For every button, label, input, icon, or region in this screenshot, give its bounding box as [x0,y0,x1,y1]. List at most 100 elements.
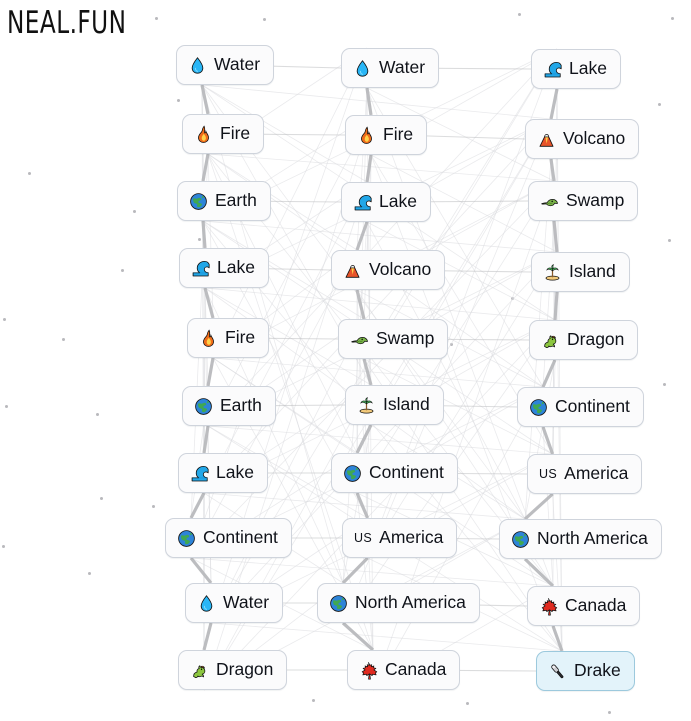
microphone-icon [548,662,567,681]
element-chip-lake[interactable]: Lake [531,49,621,89]
element-chip-label: Dragon [567,329,625,350]
background-dot [466,702,469,705]
element-chip-label: Continent [555,396,630,417]
background-dot [155,17,158,20]
background-dot [3,318,6,321]
element-chip-drake[interactable]: Drake [536,651,635,691]
element-chip-dragon[interactable]: Dragon [178,650,288,690]
element-chip-label: Lake [216,462,254,483]
element-chip-label: Island [569,261,616,282]
background-dot [133,210,136,213]
background-dot [671,17,674,20]
island-palm-icon [357,396,376,415]
background-dot [658,103,661,106]
fire-icon [194,124,213,144]
element-chip-label: Volcano [563,128,626,149]
element-chip-label: Fire [225,327,256,348]
background-dot [5,405,8,408]
us-text-icon: US [354,530,373,545]
element-chip-north-america[interactable]: North America [499,519,662,559]
element-chip-label: Drake [574,660,621,681]
element-chip-water[interactable]: Water [341,48,440,88]
element-chip-volcano[interactable]: Volcano [525,119,640,159]
background-dot [518,13,521,16]
element-chip-lake[interactable]: Lake [178,453,268,493]
background-dot [177,99,180,102]
background-dot [511,297,514,300]
lake-wave-icon [353,193,372,212]
water-droplet-icon [353,59,372,78]
water-droplet-icon [188,56,207,75]
element-chip-label: Water [223,592,270,613]
background-dot [198,238,201,241]
fire-icon [357,125,376,145]
element-chip-canada[interactable]: Canada [527,586,641,626]
background-dot [152,505,155,508]
element-chip-label: America [564,463,629,484]
infinite-craft-canvas[interactable]: NEAL.FUN Water Fire Earth Lake Fire Earth Lake… [0,0,691,721]
element-chip-label: Canada [385,659,447,680]
element-chip-earth[interactable]: Earth [177,181,271,221]
earth-globe-icon [194,397,213,416]
element-chip-dragon[interactable]: Dragon [529,320,639,360]
element-chip-label: Lake [217,257,255,278]
fire-icon [199,328,218,348]
element-chip-continent[interactable]: Continent [165,518,292,558]
element-chip-label: Volcano [369,259,432,280]
element-chip-canada[interactable]: Canada [347,650,461,690]
element-chip-swamp[interactable]: Swamp [528,181,639,221]
element-chip-label: Island [383,394,430,415]
background-dot [88,572,91,575]
element-chip-continent[interactable]: Continent [517,387,644,427]
maple-leaf-icon [539,597,558,616]
element-chip-label: North America [355,592,466,613]
element-chip-label: Swamp [566,190,625,211]
maple-leaf-icon [359,661,378,680]
background-dot [100,497,103,500]
element-chip-lake[interactable]: Lake [179,248,269,288]
element-chip-label: Earth [215,190,257,211]
element-chip-lake[interactable]: Lake [341,182,431,222]
element-chip-label: Lake [379,191,417,212]
element-chip-label: North America [537,528,648,549]
dragon-icon [541,331,560,350]
element-chip-north-america[interactable]: North America [317,583,480,623]
element-chip-america[interactable]: US America [527,454,643,494]
element-chip-fire[interactable]: Fire [345,115,428,155]
background-dot [121,269,124,272]
element-chip-label: Canada [565,595,627,616]
element-chip-water[interactable]: Water [176,45,275,85]
element-chip-volcano[interactable]: Volcano [331,250,446,290]
volcano-icon [537,130,556,149]
earth-globe-icon [529,398,548,417]
lake-wave-icon [543,60,562,79]
element-chip-label: Fire [383,124,414,145]
background-dot [62,338,65,341]
volcano-icon [343,261,362,280]
element-chip-swamp[interactable]: Swamp [338,319,449,359]
element-chip-america[interactable]: US America [342,518,458,558]
earth-globe-icon [329,594,348,613]
element-chip-island[interactable]: Island [531,252,630,292]
background-dot [668,239,671,242]
earth-globe-icon [177,529,196,548]
swamp-crocodile-icon [540,192,559,211]
background-dot [2,545,5,548]
element-chip-fire[interactable]: Fire [182,114,265,154]
element-chip-fire[interactable]: Fire [187,318,270,358]
element-chip-continent[interactable]: Continent [331,453,458,493]
element-chip-label: Fire [220,123,251,144]
element-chip-island[interactable]: Island [345,385,444,425]
water-droplet-icon [197,594,216,613]
swamp-crocodile-icon [350,330,369,349]
lake-wave-icon [190,464,209,483]
background-dot [663,383,666,386]
element-chip-label: Continent [203,527,278,548]
element-chip-earth[interactable]: Earth [182,386,276,426]
neal-fun-logo[interactable]: NEAL.FUN [7,4,126,41]
element-chip-label: Dragon [216,659,274,680]
element-chip-water[interactable]: Water [185,583,284,623]
earth-globe-icon [511,530,530,549]
element-chip-label: America [379,527,444,548]
element-chip-label: Swamp [376,328,435,349]
